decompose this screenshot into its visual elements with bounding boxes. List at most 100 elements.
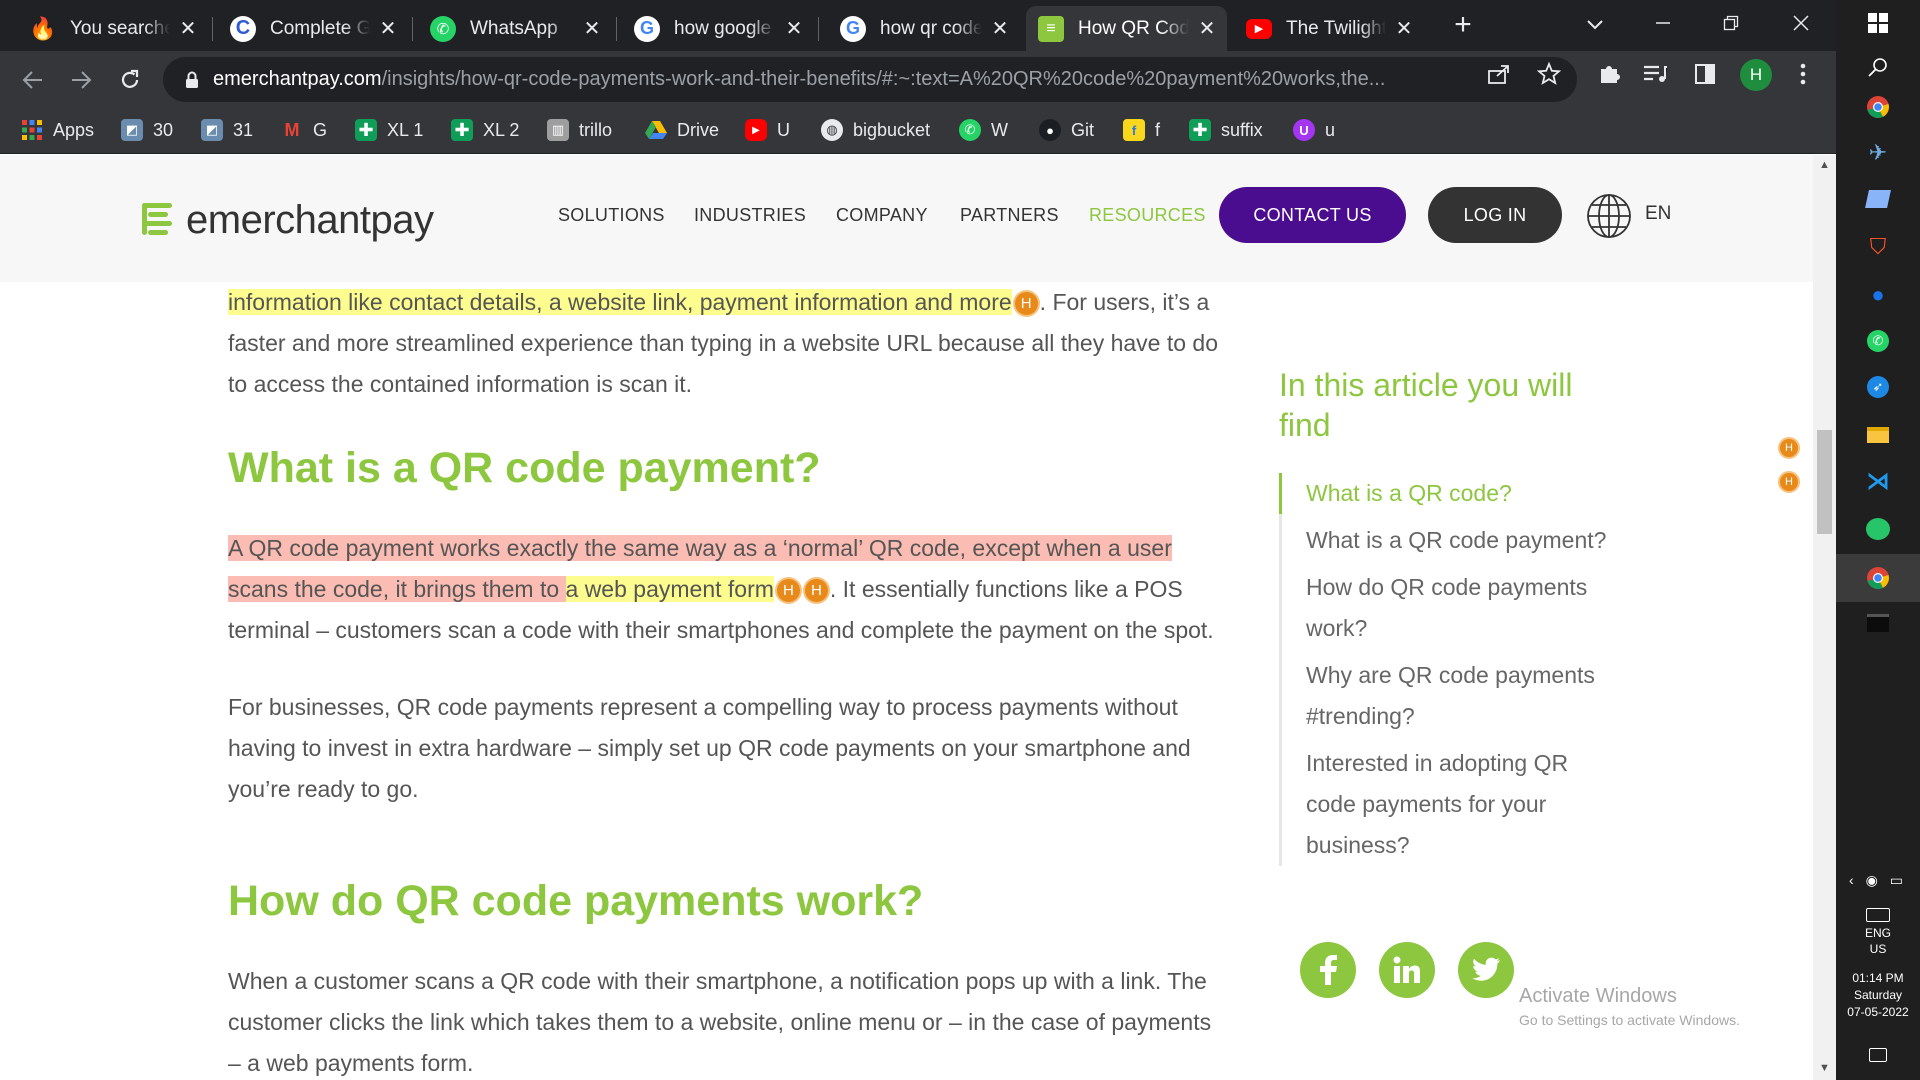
tab-6-active[interactable]: ≡ How QR Codes ✕ xyxy=(1026,6,1227,51)
maps-pin-icon[interactable]: ● xyxy=(1863,280,1893,310)
facebook-share-button[interactable] xyxy=(1300,942,1356,998)
bookmark-drive[interactable]: Drive xyxy=(645,114,719,146)
chrome-profile-taskbar-icon[interactable] xyxy=(1836,554,1920,602)
twitter-share-button[interactable] xyxy=(1458,942,1514,998)
scroll-thumb[interactable] xyxy=(1817,430,1832,534)
bookmark-bigbucket[interactable]: ◍ bigbucket xyxy=(821,114,930,146)
contact-us-button[interactable]: CONTACT US xyxy=(1219,187,1406,243)
file-explorer-icon[interactable] xyxy=(1863,420,1893,450)
tab-7[interactable]: ▶ The Twilight Saga ✕ xyxy=(1234,6,1424,51)
tab-title: how qr code xyxy=(880,17,982,39)
share-button[interactable] xyxy=(1486,61,1512,87)
tab-title: How QR Codes xyxy=(1078,17,1189,39)
bookmark-xl2[interactable]: ✚ XL 2 xyxy=(451,114,519,146)
extensions-button[interactable] xyxy=(1596,61,1622,87)
hypothesis-badge-icon[interactable]: H xyxy=(802,577,830,605)
close-icon[interactable]: ✕ xyxy=(582,16,602,41)
close-icon[interactable]: ✕ xyxy=(1394,16,1414,41)
hypothesis-side-badge-icon[interactable]: H xyxy=(1778,471,1800,493)
menu-button[interactable] xyxy=(1790,61,1816,87)
windows-start-icon[interactable] xyxy=(1863,8,1893,38)
hypothesis-badge-icon[interactable]: H xyxy=(774,577,802,605)
vscode-icon[interactable]: ⋊ xyxy=(1863,466,1893,496)
safari-compass-icon[interactable]: ➶ xyxy=(1863,372,1893,402)
bookmark-gmail[interactable]: M G xyxy=(281,114,328,146)
brave-icon[interactable]: ⛉ xyxy=(1863,232,1893,262)
tab-5[interactable]: G how qr code ✕ xyxy=(828,6,1020,51)
bookmark-30[interactable]: ◩ 30 xyxy=(121,114,173,146)
toc-item-what-is-qr-payment[interactable]: What is a QR code payment? xyxy=(1282,520,1609,567)
logo-text: emerchantpay xyxy=(186,197,434,242)
hypothesis-badge-icon[interactable]: H xyxy=(1012,290,1040,318)
reading-list-button[interactable] xyxy=(1642,61,1668,87)
nav-resources[interactable]: RESOURCES xyxy=(1089,205,1206,226)
close-icon[interactable]: ✕ xyxy=(990,16,1010,41)
chrome-icon[interactable] xyxy=(1863,92,1893,122)
whatsapp-icon[interactable]: ✆ xyxy=(1863,326,1893,356)
tab-search-button[interactable] xyxy=(1580,10,1610,40)
nav-partners[interactable]: PARTNERS xyxy=(960,205,1059,226)
bookmark-udemy[interactable]: U u xyxy=(1293,114,1335,146)
toc-item-why-trending[interactable]: Why are QR code payments #trending? xyxy=(1282,655,1609,743)
profile-avatar[interactable]: H xyxy=(1740,59,1772,91)
close-icon[interactable]: ✕ xyxy=(178,16,198,41)
bookmark-suffix[interactable]: ✚ suffix xyxy=(1189,114,1263,146)
highlight-yellow[interactable]: a web payment form xyxy=(565,576,774,602)
bookmark-star-button[interactable] xyxy=(1536,61,1562,87)
bookmark-youtube[interactable]: ▶ U xyxy=(745,114,790,146)
restore-button[interactable] xyxy=(1716,8,1746,38)
tab-1[interactable]: 🔥 You searched for ✕ xyxy=(18,6,208,51)
nav-company[interactable]: COMPANY xyxy=(836,205,928,226)
tab-2[interactable]: C Complete Guide ✕ xyxy=(218,6,408,51)
bookmark-xl1[interactable]: ✚ XL 1 xyxy=(355,114,423,146)
bookmark-apps[interactable]: Apps xyxy=(21,114,94,146)
page-scrollbar[interactable]: ▲ ▼ xyxy=(1813,155,1836,1080)
sheets-icon: ✚ xyxy=(355,119,377,141)
bookmark-31[interactable]: ◩ 31 xyxy=(201,114,253,146)
highlight-yellow[interactable]: information like contact details, a webs… xyxy=(228,289,1012,315)
hypothesis-side-badge-icon[interactable]: H xyxy=(1778,437,1800,459)
toc-item-what-is-qr-code[interactable]: What is a QR code? xyxy=(1279,473,1609,520)
youtube-icon: ▶ xyxy=(745,119,767,141)
address-bar[interactable]: emerchantpay.com/insights/how-qr-code-pa… xyxy=(163,57,1577,102)
terminal-icon[interactable] xyxy=(1863,608,1893,638)
nav-solutions[interactable]: SOLUTIONS xyxy=(558,205,665,226)
notification-icon[interactable] xyxy=(1863,1040,1893,1070)
close-icon[interactable]: ✕ xyxy=(784,16,804,41)
system-tray-icons[interactable]: ‹ ◉ ▭ xyxy=(1844,870,1912,890)
globe-icon[interactable] xyxy=(1586,193,1632,239)
forward-button[interactable] xyxy=(64,63,98,97)
tab-3[interactable]: ✆ WhatsApp ✕ xyxy=(418,6,612,51)
app-icon[interactable]: ✈ xyxy=(1863,138,1893,168)
close-icon[interactable]: ✕ xyxy=(1197,16,1217,41)
bookmark-whatsapp[interactable]: ✆ W xyxy=(959,114,1008,146)
close-icon[interactable]: ✕ xyxy=(378,16,398,41)
site-logo[interactable]: emerchantpay xyxy=(138,197,434,243)
language-selector[interactable]: EN xyxy=(1645,203,1671,225)
scroll-down-icon[interactable]: ▼ xyxy=(1817,1062,1832,1074)
toc-item-interested-adopting[interactable]: Interested in adopting QR code payments … xyxy=(1282,743,1609,866)
minimize-button[interactable] xyxy=(1648,8,1678,38)
input-language[interactable]: ENG US xyxy=(1836,925,1920,957)
chat-app-icon[interactable] xyxy=(1863,514,1893,544)
linkedin-share-button[interactable] xyxy=(1379,942,1435,998)
nav-industries[interactable]: INDUSTRIES xyxy=(694,205,806,226)
toc-item-how-payments-work[interactable]: How do QR code payments work? xyxy=(1282,567,1609,655)
bookmark-trillo[interactable]: ▥ trillo xyxy=(547,114,612,146)
bookmark-flipkart[interactable]: f f xyxy=(1123,114,1160,146)
bookmark-git[interactable]: ● Git xyxy=(1039,114,1094,146)
new-tab-button[interactable]: + xyxy=(1448,8,1478,41)
close-window-button[interactable] xyxy=(1786,8,1816,38)
tab-title: WhatsApp xyxy=(470,17,558,39)
search-icon[interactable] xyxy=(1863,52,1893,82)
reload-button[interactable] xyxy=(113,63,147,97)
scroll-up-icon[interactable]: ▲ xyxy=(1817,159,1832,171)
tab-4[interactable]: G how google pay ✕ xyxy=(622,6,814,51)
log-in-button[interactable]: LOG IN xyxy=(1428,187,1562,243)
clock-day: Saturday xyxy=(1853,988,1903,1002)
bookmark-label: XL 1 xyxy=(387,119,424,140)
back-button[interactable] xyxy=(16,63,50,97)
notes-icon[interactable] xyxy=(1863,184,1893,214)
side-panel-button[interactable] xyxy=(1692,61,1718,87)
clock[interactable]: 01:14 PM Saturday 07-05-2022 xyxy=(1836,970,1920,1021)
